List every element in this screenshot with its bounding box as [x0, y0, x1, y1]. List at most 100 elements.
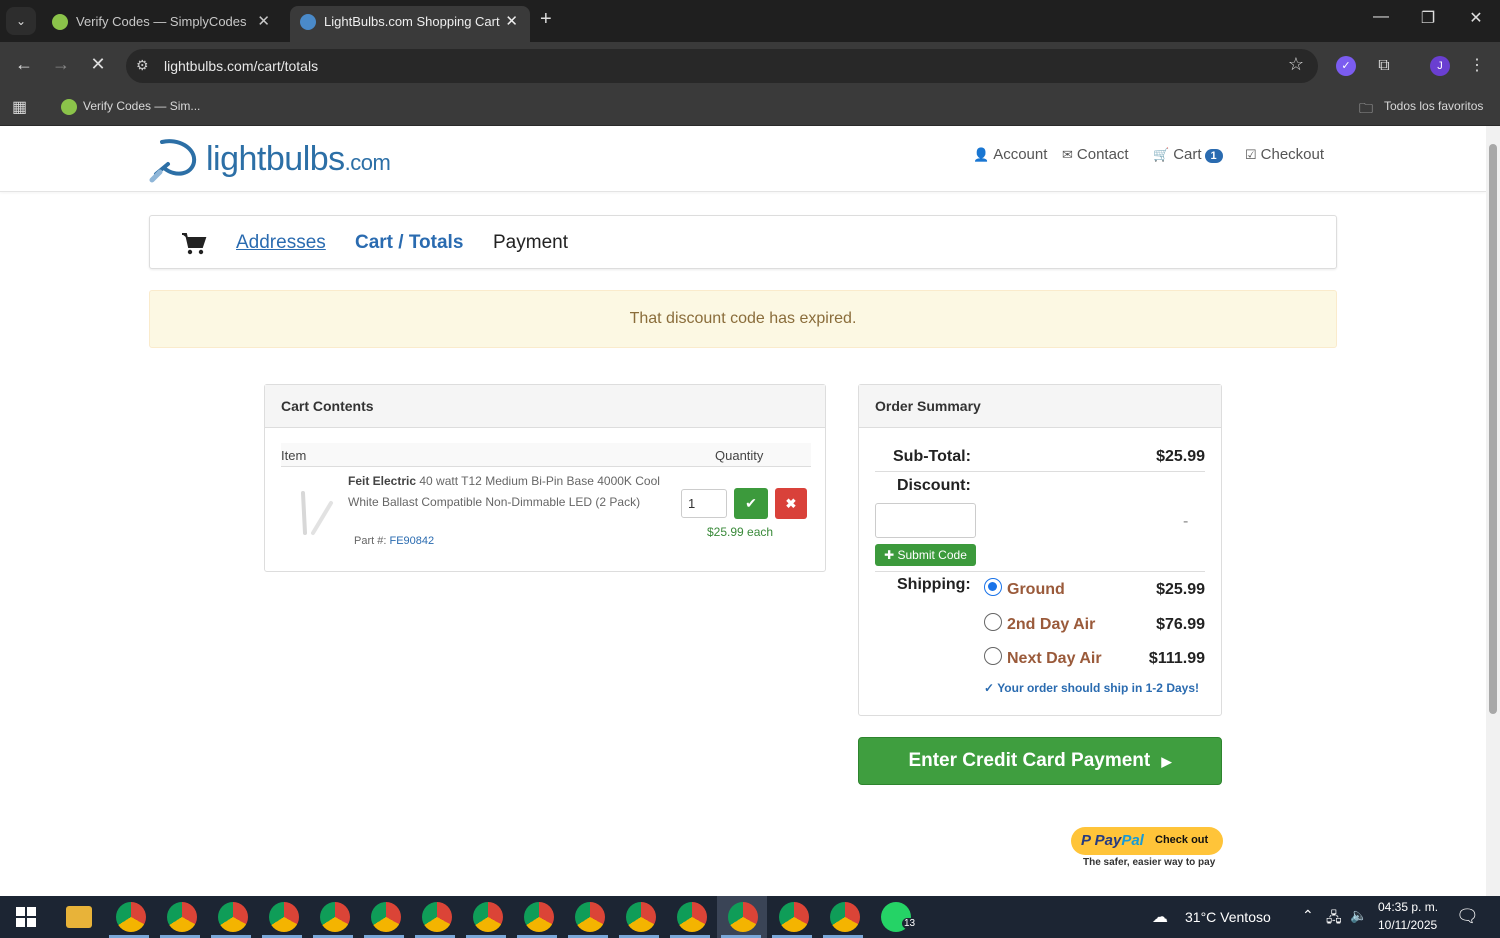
clock-time[interactable]: 04:35 p. m. — [1378, 900, 1438, 914]
chrome-profile-6-icon[interactable] — [371, 902, 401, 932]
chrome-profile-4-icon[interactable] — [269, 902, 299, 932]
quantity-input[interactable] — [681, 489, 727, 518]
restore-button[interactable]: ❐ — [1413, 8, 1443, 28]
cart-count-badge: 1 — [1204, 149, 1223, 163]
check-circle-icon: ✓ — [984, 681, 995, 695]
folder-icon: 🗀 — [1359, 100, 1373, 116]
ship-2nd-day-name[interactable]: 2nd Day Air — [1007, 616, 1095, 634]
menu-kebab-icon[interactable]: ⋮ — [1467, 56, 1487, 76]
windows-start-icon[interactable] — [16, 907, 36, 927]
apps-grid-icon[interactable]: ▦ — [12, 97, 27, 117]
paypal-checkout-button[interactable]: P PayPal Check out — [1071, 827, 1223, 855]
chrome-profile-3-icon[interactable] — [218, 902, 248, 932]
part-label: Part #: — [354, 535, 387, 547]
tab-lightbulbs-cart[interactable]: LightBulbs.com Shopping Cart ✕ — [290, 6, 530, 42]
nav-account-label: Account — [993, 146, 1048, 163]
network-icon[interactable]: 🖧 — [1326, 907, 1342, 931]
divider — [875, 471, 1205, 472]
ship-ground-price: $25.99 — [1156, 581, 1205, 598]
subtotal-label: Sub-Total: — [893, 448, 971, 465]
site-info-icon[interactable]: ⚙ — [136, 57, 149, 74]
paypal-tagline: The safer, easier way to pay — [1083, 857, 1216, 868]
cart-table-header: Item Quantity — [281, 443, 811, 467]
nav-account-link[interactable]: 👤 Account — [973, 146, 1047, 163]
logo-tld-text: .com — [344, 150, 391, 175]
weather-text[interactable]: 31°C Ventoso — [1185, 909, 1271, 925]
bookmark-verify-codes[interactable]: Verify Codes — Sim... — [83, 99, 200, 113]
product-thumbnail[interactable] — [295, 489, 337, 537]
paypal-pal-text: Pal — [1121, 832, 1144, 849]
chrome-profile-7-icon[interactable] — [422, 902, 452, 932]
cart-icon — [182, 233, 207, 255]
simplycodes-favicon-icon — [61, 99, 77, 115]
extension-icon[interactable]: ✓ — [1336, 56, 1356, 76]
remove-item-button[interactable]: ✖ — [775, 488, 807, 519]
divider — [875, 571, 1205, 572]
close-window-button[interactable]: ✕ — [1461, 8, 1491, 28]
caret-right-icon: ▶ — [1161, 754, 1172, 769]
chrome-profile-14-icon[interactable] — [830, 902, 860, 932]
clock-date[interactable]: 10/11/2025 — [1378, 918, 1437, 932]
page-viewport: lightbulbs.com 👤 Account ✉ Contact 🛒 Cart 1 … — [0, 126, 1486, 896]
stop-loading-icon[interactable]: ✕ — [86, 54, 110, 75]
file-explorer-icon[interactable] — [66, 906, 92, 928]
cart-icon: 🛒 — [1153, 147, 1170, 162]
bookmark-star-icon[interactable]: ☆ — [1288, 54, 1304, 75]
back-icon[interactable]: ← — [12, 54, 36, 75]
update-quantity-button[interactable]: ✔ — [734, 488, 768, 519]
profile-avatar[interactable]: J — [1430, 56, 1450, 76]
chrome-profile-12-icon[interactable] — [677, 902, 707, 932]
tab-verify-codes[interactable]: Verify Codes — SimplyCodes ✕ — [42, 6, 282, 42]
checkout-steps: Addresses Cart / Totals Payment — [149, 215, 1337, 269]
scrollbar-thumb[interactable] — [1489, 144, 1497, 714]
ship-ground-name[interactable]: Ground — [1007, 581, 1065, 599]
lightbulb-logo-icon — [149, 139, 197, 183]
step-addresses[interactable]: Addresses — [236, 232, 326, 254]
weather-icon: ☁ — [1152, 909, 1168, 926]
bookmarks-bar: ▦ Verify Codes — Sim... 🗀 Todos los favo… — [0, 88, 1500, 126]
new-tab-button[interactable]: + — [540, 8, 552, 31]
chrome-profile-1-icon[interactable] — [116, 902, 146, 932]
chrome-profile-8-icon[interactable] — [473, 902, 503, 932]
chrome-profile-5-icon[interactable] — [320, 902, 350, 932]
part-number-link[interactable]: FE90842 — [389, 535, 434, 547]
chrome-profile-13-icon[interactable] — [779, 902, 809, 932]
paypal-checkout-label: Check out — [1155, 834, 1209, 846]
submit-code-button[interactable]: ✚ Submit Code — [875, 544, 976, 566]
forward-icon[interactable]: → — [49, 54, 73, 75]
part-number: Part #: FE90842 — [354, 535, 434, 547]
url-text[interactable]: lightbulbs.com/cart/totals — [164, 58, 318, 74]
minimize-button[interactable]: — — [1366, 8, 1396, 26]
product-description[interactable]: Feit Electric 40 watt T12 Medium Bi-Pin … — [348, 471, 668, 513]
ship-next-day-price: $111.99 — [1148, 650, 1205, 667]
simplycodes-favicon-icon — [52, 14, 68, 30]
col-item: Item — [281, 448, 307, 463]
nav-checkout-link[interactable]: ☑ Checkout — [1245, 146, 1324, 163]
chrome-profile-2-icon[interactable] — [167, 902, 197, 932]
ship-next-day-radio[interactable] — [984, 647, 1002, 665]
ship-2nd-day-radio[interactable] — [984, 613, 1002, 631]
enter-credit-card-payment-button[interactable]: Enter Credit Card Payment ▶ — [858, 737, 1222, 785]
page-scrollbar[interactable] — [1486, 126, 1500, 896]
nav-cart-link[interactable]: 🛒 Cart 1 — [1153, 146, 1223, 163]
step-cart-totals[interactable]: Cart / Totals — [355, 232, 463, 254]
discount-code-input[interactable] — [875, 503, 976, 538]
address-bar[interactable]: ⚙ lightbulbs.com/cart/totals ☆ — [126, 49, 1318, 83]
nav-contact-label: Contact — [1076, 146, 1129, 163]
all-bookmarks-folder[interactable]: Todos los favoritos — [1384, 99, 1483, 113]
chrome-profile-11-icon[interactable] — [626, 902, 656, 932]
close-tab-icon[interactable]: ✕ — [505, 12, 518, 30]
submit-code-label: Submit Code — [897, 548, 967, 562]
chevron-up-icon[interactable]: ⌃ — [1302, 907, 1314, 924]
notifications-icon[interactable]: 🗨 — [1456, 906, 1479, 927]
ship-next-day-name[interactable]: Next Day Air — [1007, 650, 1102, 668]
chrome-profile-9-icon[interactable] — [524, 902, 554, 932]
extensions-puzzle-icon[interactable]: ⧉ — [1374, 56, 1394, 76]
nav-contact-link[interactable]: ✉ Contact — [1062, 146, 1129, 163]
ship-ground-radio[interactable] — [984, 578, 1002, 596]
close-tab-icon[interactable]: ✕ — [257, 12, 270, 30]
chrome-active-profile-icon[interactable] — [728, 902, 758, 932]
tab-search-button[interactable]: ⌄ — [6, 7, 36, 35]
chrome-profile-10-icon[interactable] — [575, 902, 605, 932]
volume-icon[interactable]: 🔈 — [1350, 907, 1367, 924]
